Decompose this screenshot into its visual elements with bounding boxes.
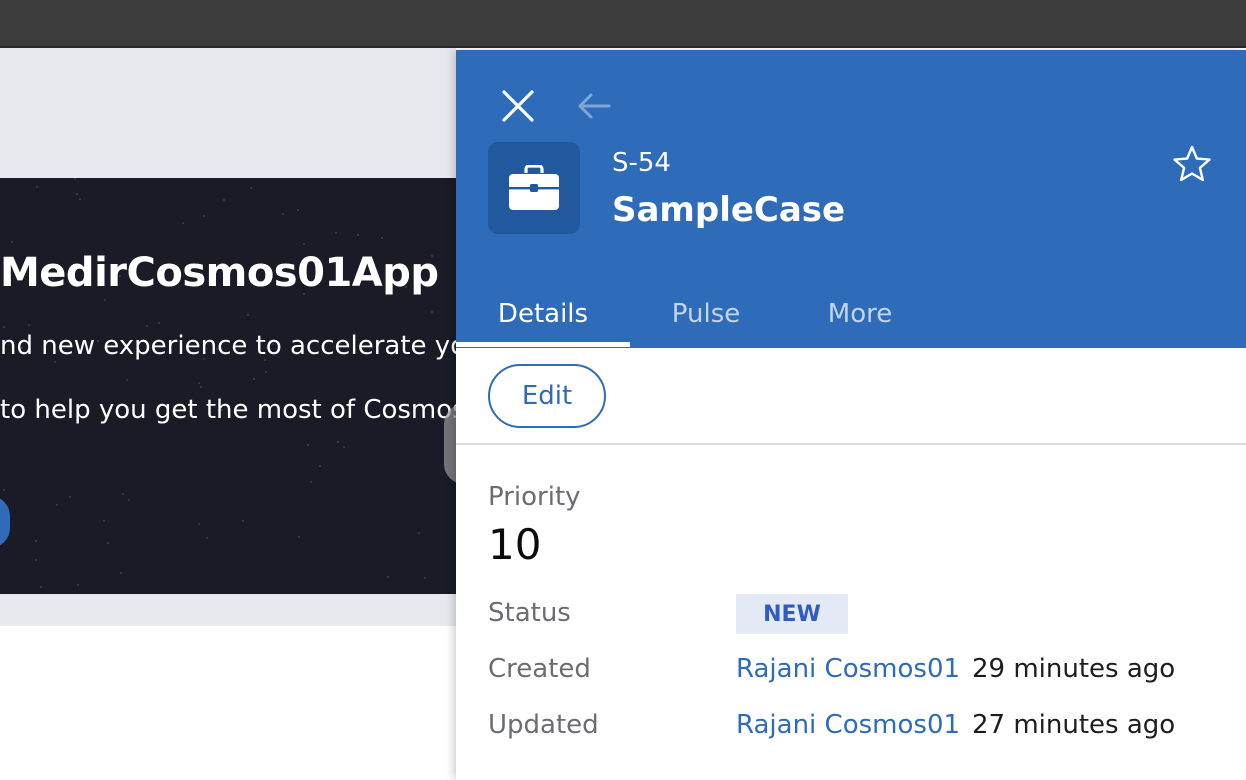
background-page: MedirCosmos01App nd new experience to ac… (0, 48, 456, 780)
star-dot (200, 386, 202, 388)
star-dot (223, 199, 225, 201)
star-dot (158, 322, 160, 324)
background-scroll-button[interactable] (444, 404, 456, 484)
star-dot (54, 361, 56, 363)
hero-banner: MedirCosmos01App nd new experience to ac… (0, 178, 456, 594)
star-dot (424, 577, 426, 579)
star-dot (381, 237, 383, 239)
hero-description-line2: to help you get the most of Cosmos (0, 395, 456, 425)
star-dot (3, 489, 5, 491)
case-id: S-54 (612, 148, 671, 178)
star-dot (40, 586, 42, 588)
tab-pulse[interactable]: Pulse (654, 280, 758, 348)
star-dot (74, 178, 76, 180)
star-dot (303, 243, 305, 245)
star-dot (77, 584, 79, 586)
star-dot (198, 382, 200, 384)
section-divider (456, 443, 1246, 445)
star-dot (337, 441, 339, 443)
tab-more[interactable]: More (812, 280, 908, 348)
star-dot (282, 213, 284, 215)
priority-value: 10 (488, 520, 542, 569)
star-dot (265, 371, 267, 373)
star-dot (146, 325, 148, 327)
star-dot (242, 520, 244, 522)
star-dot (335, 232, 337, 234)
star-dot (343, 446, 345, 448)
star-dot (198, 523, 200, 525)
hero-description-line1: nd new experience to accelerate yo (0, 331, 456, 361)
star-dot (28, 324, 30, 326)
created-by-user-link[interactable]: Rajani Cosmos01 (736, 654, 960, 684)
star-dot (36, 186, 38, 188)
star-dot (35, 559, 37, 561)
star-dot (298, 536, 300, 538)
star-outline-icon (1173, 145, 1211, 182)
case-preview-panel: S-54 SampleCase Details Pulse More Edit … (456, 50, 1246, 780)
star-dot (56, 504, 58, 506)
star-dot (418, 532, 420, 534)
updated-time: 27 minutes ago (972, 710, 1176, 740)
status-badge: NEW (736, 594, 848, 634)
briefcase-icon (509, 165, 559, 210)
star-dot (357, 234, 359, 236)
star-dot (247, 314, 249, 316)
updated-label: Updated (488, 710, 599, 740)
tab-details[interactable]: Details (456, 280, 630, 348)
star-dot (307, 444, 309, 446)
arrow-left-icon (578, 93, 611, 119)
star-dot (69, 496, 71, 498)
star-dot (250, 187, 252, 189)
star-dot (297, 209, 299, 211)
back-button[interactable] (574, 86, 614, 126)
panel-header: S-54 SampleCase Details Pulse More (456, 50, 1246, 348)
star-dot (76, 193, 78, 195)
created-time: 29 minutes ago (972, 654, 1176, 684)
star-dot (182, 222, 184, 224)
panel-tabs: Details Pulse More (456, 280, 1246, 348)
case-type-icon-box (488, 142, 580, 234)
star-dot (310, 481, 312, 483)
priority-label: Priority (488, 482, 581, 512)
star-dot (104, 299, 106, 301)
star-dot (319, 465, 321, 467)
updated-by-user-link[interactable]: Rajani Cosmos01 (736, 710, 960, 740)
star-dot (122, 493, 124, 495)
favorite-button[interactable] (1170, 142, 1214, 186)
status-label: Status (488, 598, 571, 628)
close-icon (502, 90, 534, 122)
browser-top-bar (0, 0, 1246, 48)
star-dot (128, 499, 130, 501)
star-dot (253, 378, 255, 380)
star-dot (3, 326, 5, 328)
star-dot (120, 572, 122, 574)
star-dot (203, 215, 205, 217)
star-dot (387, 576, 389, 578)
star-dot (103, 520, 105, 522)
case-name: SampleCase (612, 190, 846, 230)
created-label: Created (488, 654, 591, 684)
star-dot (35, 540, 37, 542)
star-dot (107, 542, 109, 544)
active-tab-indicator (456, 342, 630, 347)
star-dot (206, 537, 208, 539)
star-dot (126, 379, 128, 381)
close-button[interactable] (496, 84, 540, 128)
edit-button[interactable]: Edit (488, 364, 606, 428)
star-dot (79, 198, 81, 200)
hero-title: MedirCosmos01App (0, 250, 439, 296)
hero-cta-button[interactable] (0, 496, 10, 548)
star-dot (431, 311, 433, 313)
star-dot (11, 241, 13, 243)
